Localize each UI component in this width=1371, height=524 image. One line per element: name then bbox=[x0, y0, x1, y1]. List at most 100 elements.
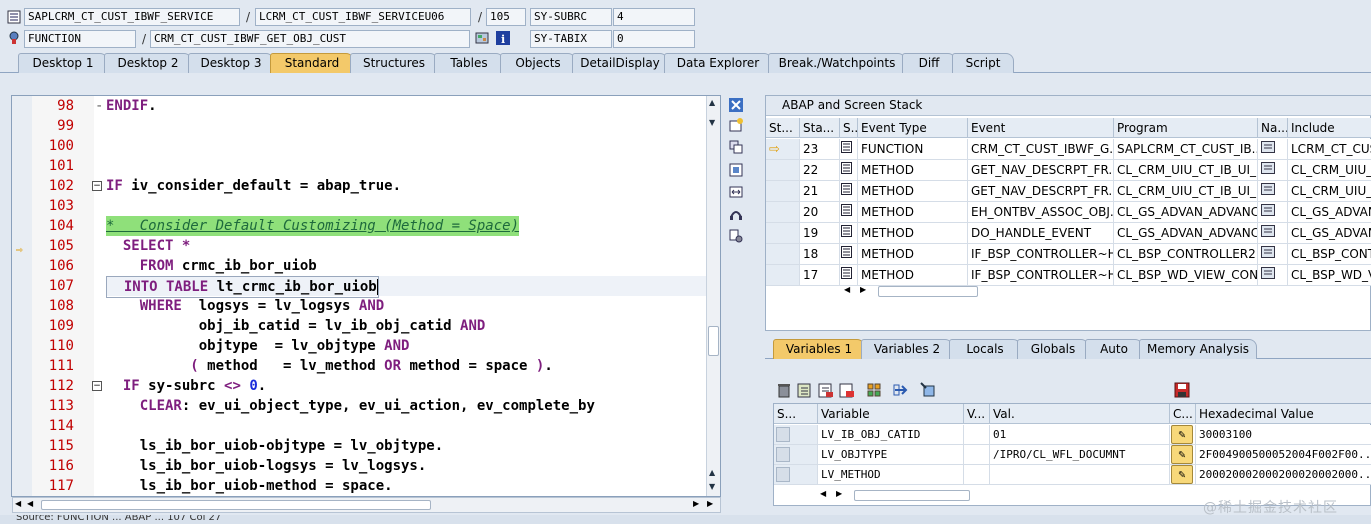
tab-script[interactable]: Script bbox=[952, 53, 1014, 73]
event-type-field[interactable]: FUNCTION bbox=[24, 30, 136, 48]
stack-cell[interactable]: GET_NAV_DESCRPT_FR... bbox=[968, 181, 1114, 202]
stack-cell[interactable] bbox=[766, 202, 800, 223]
tab-auto[interactable]: Auto bbox=[1085, 339, 1143, 359]
line-field[interactable]: 105 bbox=[486, 8, 526, 26]
scroll-left-arrow[interactable]: ◀ bbox=[15, 499, 21, 508]
code-line[interactable]: 103 bbox=[12, 196, 707, 216]
scroll-left-arrow[interactable]: ◀ bbox=[844, 285, 850, 294]
stack-column-header[interactable]: Include bbox=[1288, 118, 1371, 138]
stack-cell[interactable]: CL_GS_ADVAN bbox=[1288, 223, 1371, 244]
stack-cell[interactable] bbox=[766, 181, 800, 202]
tab-structures[interactable]: Structures bbox=[350, 53, 438, 73]
variable-cell[interactable]: ✎ bbox=[1170, 445, 1196, 465]
structure-icon[interactable] bbox=[866, 382, 884, 400]
code-line[interactable]: 112 − IF sy-subrc <> 0. bbox=[12, 376, 707, 396]
scroll-up-arrow[interactable]: ▼ bbox=[709, 118, 715, 127]
tab-standard[interactable]: Standard bbox=[270, 53, 354, 73]
stack-column-header[interactable]: S... bbox=[840, 118, 858, 138]
variable-cell[interactable] bbox=[774, 465, 818, 485]
row-selector[interactable] bbox=[776, 427, 790, 442]
edit-value-icon[interactable]: ✎ bbox=[1171, 425, 1193, 444]
select-icon[interactable] bbox=[920, 382, 938, 400]
close-pane-icon[interactable] bbox=[729, 98, 743, 112]
tab-objects[interactable]: Objects bbox=[500, 53, 576, 73]
include-field[interactable]: LCRM_CT_CUST_IBWF_SERVICEU06 bbox=[255, 8, 471, 26]
stack-cell[interactable]: 23 bbox=[800, 139, 840, 160]
stack-type-icon-cell[interactable] bbox=[840, 181, 858, 202]
stack-cell[interactable]: CL_CRM_UIU_C bbox=[1288, 160, 1371, 181]
stack-cell[interactable]: CL_CRM_UIU_CT_IB_UI_... bbox=[1114, 181, 1258, 202]
stack-cell[interactable] bbox=[1258, 160, 1288, 181]
stack-cell[interactable]: CL_BSP_WD_VIEW_CON... bbox=[1114, 265, 1258, 286]
code-line[interactable]: 115 ls_ib_bor_uiob-objtype = lv_objtype. bbox=[12, 436, 707, 456]
scroll-up-arrow[interactable]: ▲ bbox=[709, 98, 715, 107]
code-line[interactable]: 99 bbox=[12, 116, 707, 136]
navigate-source-icon[interactable] bbox=[1261, 246, 1275, 261]
stack-cell[interactable]: CL_GS_ADVAN_ADVANC... bbox=[1114, 202, 1258, 223]
navigate-source-icon[interactable] bbox=[1261, 141, 1275, 156]
stack-cell[interactable]: METHOD bbox=[858, 181, 968, 202]
stack-cell[interactable]: CL_GS_ADVAN_ADVANC... bbox=[1114, 223, 1258, 244]
code-line[interactable]: 107 INTO TABLE lt_crmc_ib_bor_uiob bbox=[12, 276, 707, 298]
source-code-editor[interactable]: 98- ENDIF. 99 100 101 102− IF iv_consider_defa… bbox=[11, 95, 721, 497]
stack-cell[interactable]: METHOD bbox=[858, 202, 968, 223]
variables-column-header[interactable]: C... bbox=[1170, 404, 1196, 424]
edit-value-icon[interactable]: ✎ bbox=[1171, 465, 1193, 484]
stack-hscroll[interactable]: ◀ ▶ bbox=[844, 285, 984, 299]
variable-hex-cell[interactable]: 2F004900500052004F002F00... bbox=[1196, 445, 1371, 465]
variable-cell[interactable] bbox=[964, 425, 990, 445]
navigate-source-icon[interactable] bbox=[1261, 225, 1275, 240]
code-line[interactable]: 111 ( method = lv_method OR method = spa… bbox=[12, 356, 707, 376]
display-object-icon[interactable] bbox=[475, 31, 489, 45]
variables-column-header[interactable]: V... bbox=[964, 404, 990, 424]
tab-breakpoints[interactable]: Break./Watchpoints bbox=[768, 53, 906, 73]
stack-type-icon-cell[interactable] bbox=[840, 265, 858, 286]
stack-column-header[interactable]: Event Type bbox=[858, 118, 968, 138]
tab-desktop-1[interactable]: Desktop 1 bbox=[18, 53, 108, 73]
stack-cell[interactable] bbox=[1258, 181, 1288, 202]
stack-column-header[interactable]: Event bbox=[968, 118, 1114, 138]
stack-column-header[interactable]: Program bbox=[1114, 118, 1258, 138]
settings-icon[interactable] bbox=[729, 229, 743, 243]
scroll-thumb[interactable] bbox=[708, 326, 719, 356]
code-line[interactable]: 104 * Consider Default Customizing (Metho… bbox=[12, 216, 707, 236]
stack-cell[interactable]: CL_GS_ADVAN bbox=[1288, 202, 1371, 223]
navigate-source-icon[interactable] bbox=[1261, 267, 1275, 282]
code-line[interactable]: 110 objtype = lv_objtype AND bbox=[12, 336, 707, 356]
stack-cell[interactable]: METHOD bbox=[858, 223, 968, 244]
info-icon[interactable]: i bbox=[496, 31, 510, 46]
stack-cell[interactable]: SAPLCRM_CT_CUST_IB... bbox=[1114, 139, 1258, 160]
stack-cell[interactable]: METHOD bbox=[858, 160, 968, 181]
stack-cell[interactable]: CL_BSP_CONT bbox=[1288, 244, 1371, 265]
stack-column-header[interactable]: Sta... bbox=[800, 118, 840, 138]
stack-cell[interactable]: 19 bbox=[800, 223, 840, 244]
stack-cell[interactable]: METHOD bbox=[858, 265, 968, 286]
tab-data-explorer[interactable]: Data Explorer bbox=[664, 53, 772, 73]
code-line[interactable]: 109 obj_ib_catid = lv_ib_obj_catid AND bbox=[12, 316, 707, 336]
code-line[interactable]: 106 FROM crmc_ib_bor_uiob bbox=[12, 256, 707, 276]
tab-diff[interactable]: Diff bbox=[902, 53, 956, 73]
stack-type-icon-cell[interactable] bbox=[840, 139, 858, 160]
stack-cell[interactable]: LCRM_CT_CUS bbox=[1288, 139, 1371, 160]
stack-cell[interactable]: GET_NAV_DESCRPT_FR... bbox=[968, 160, 1114, 181]
scroll-down-arrow[interactable]: ▲ bbox=[709, 468, 715, 477]
stack-cell[interactable] bbox=[766, 223, 800, 244]
stack-cell[interactable]: DO_HANDLE_EVENT bbox=[968, 223, 1114, 244]
stack-cell[interactable] bbox=[766, 244, 800, 265]
stack-cell[interactable] bbox=[1258, 202, 1288, 223]
stack-cell[interactable]: 21 bbox=[800, 181, 840, 202]
scroll-right-arrow[interactable]: ▶ bbox=[693, 499, 699, 508]
stack-cell[interactable] bbox=[1258, 244, 1288, 265]
stack-cell[interactable] bbox=[1258, 223, 1288, 244]
new-tool-icon[interactable] bbox=[729, 118, 743, 132]
tab-tables[interactable]: Tables bbox=[434, 53, 504, 73]
variables-column-header[interactable]: S... bbox=[774, 404, 818, 424]
variable-name-cell[interactable]: LV_METHOD bbox=[818, 465, 964, 485]
variable-value-cell[interactable] bbox=[990, 465, 1170, 485]
code-line[interactable]: 116 ls_ib_bor_uiob-logsys = lv_logsys. bbox=[12, 456, 707, 476]
stack-cell[interactable]: 22 bbox=[800, 160, 840, 181]
code-line[interactable]: 100 bbox=[12, 136, 707, 156]
code-line[interactable]: 117 ls_ib_bor_uiob-method = space. bbox=[12, 476, 707, 496]
save-variables-icon[interactable] bbox=[839, 382, 857, 400]
scroll-thumb[interactable] bbox=[854, 490, 970, 501]
